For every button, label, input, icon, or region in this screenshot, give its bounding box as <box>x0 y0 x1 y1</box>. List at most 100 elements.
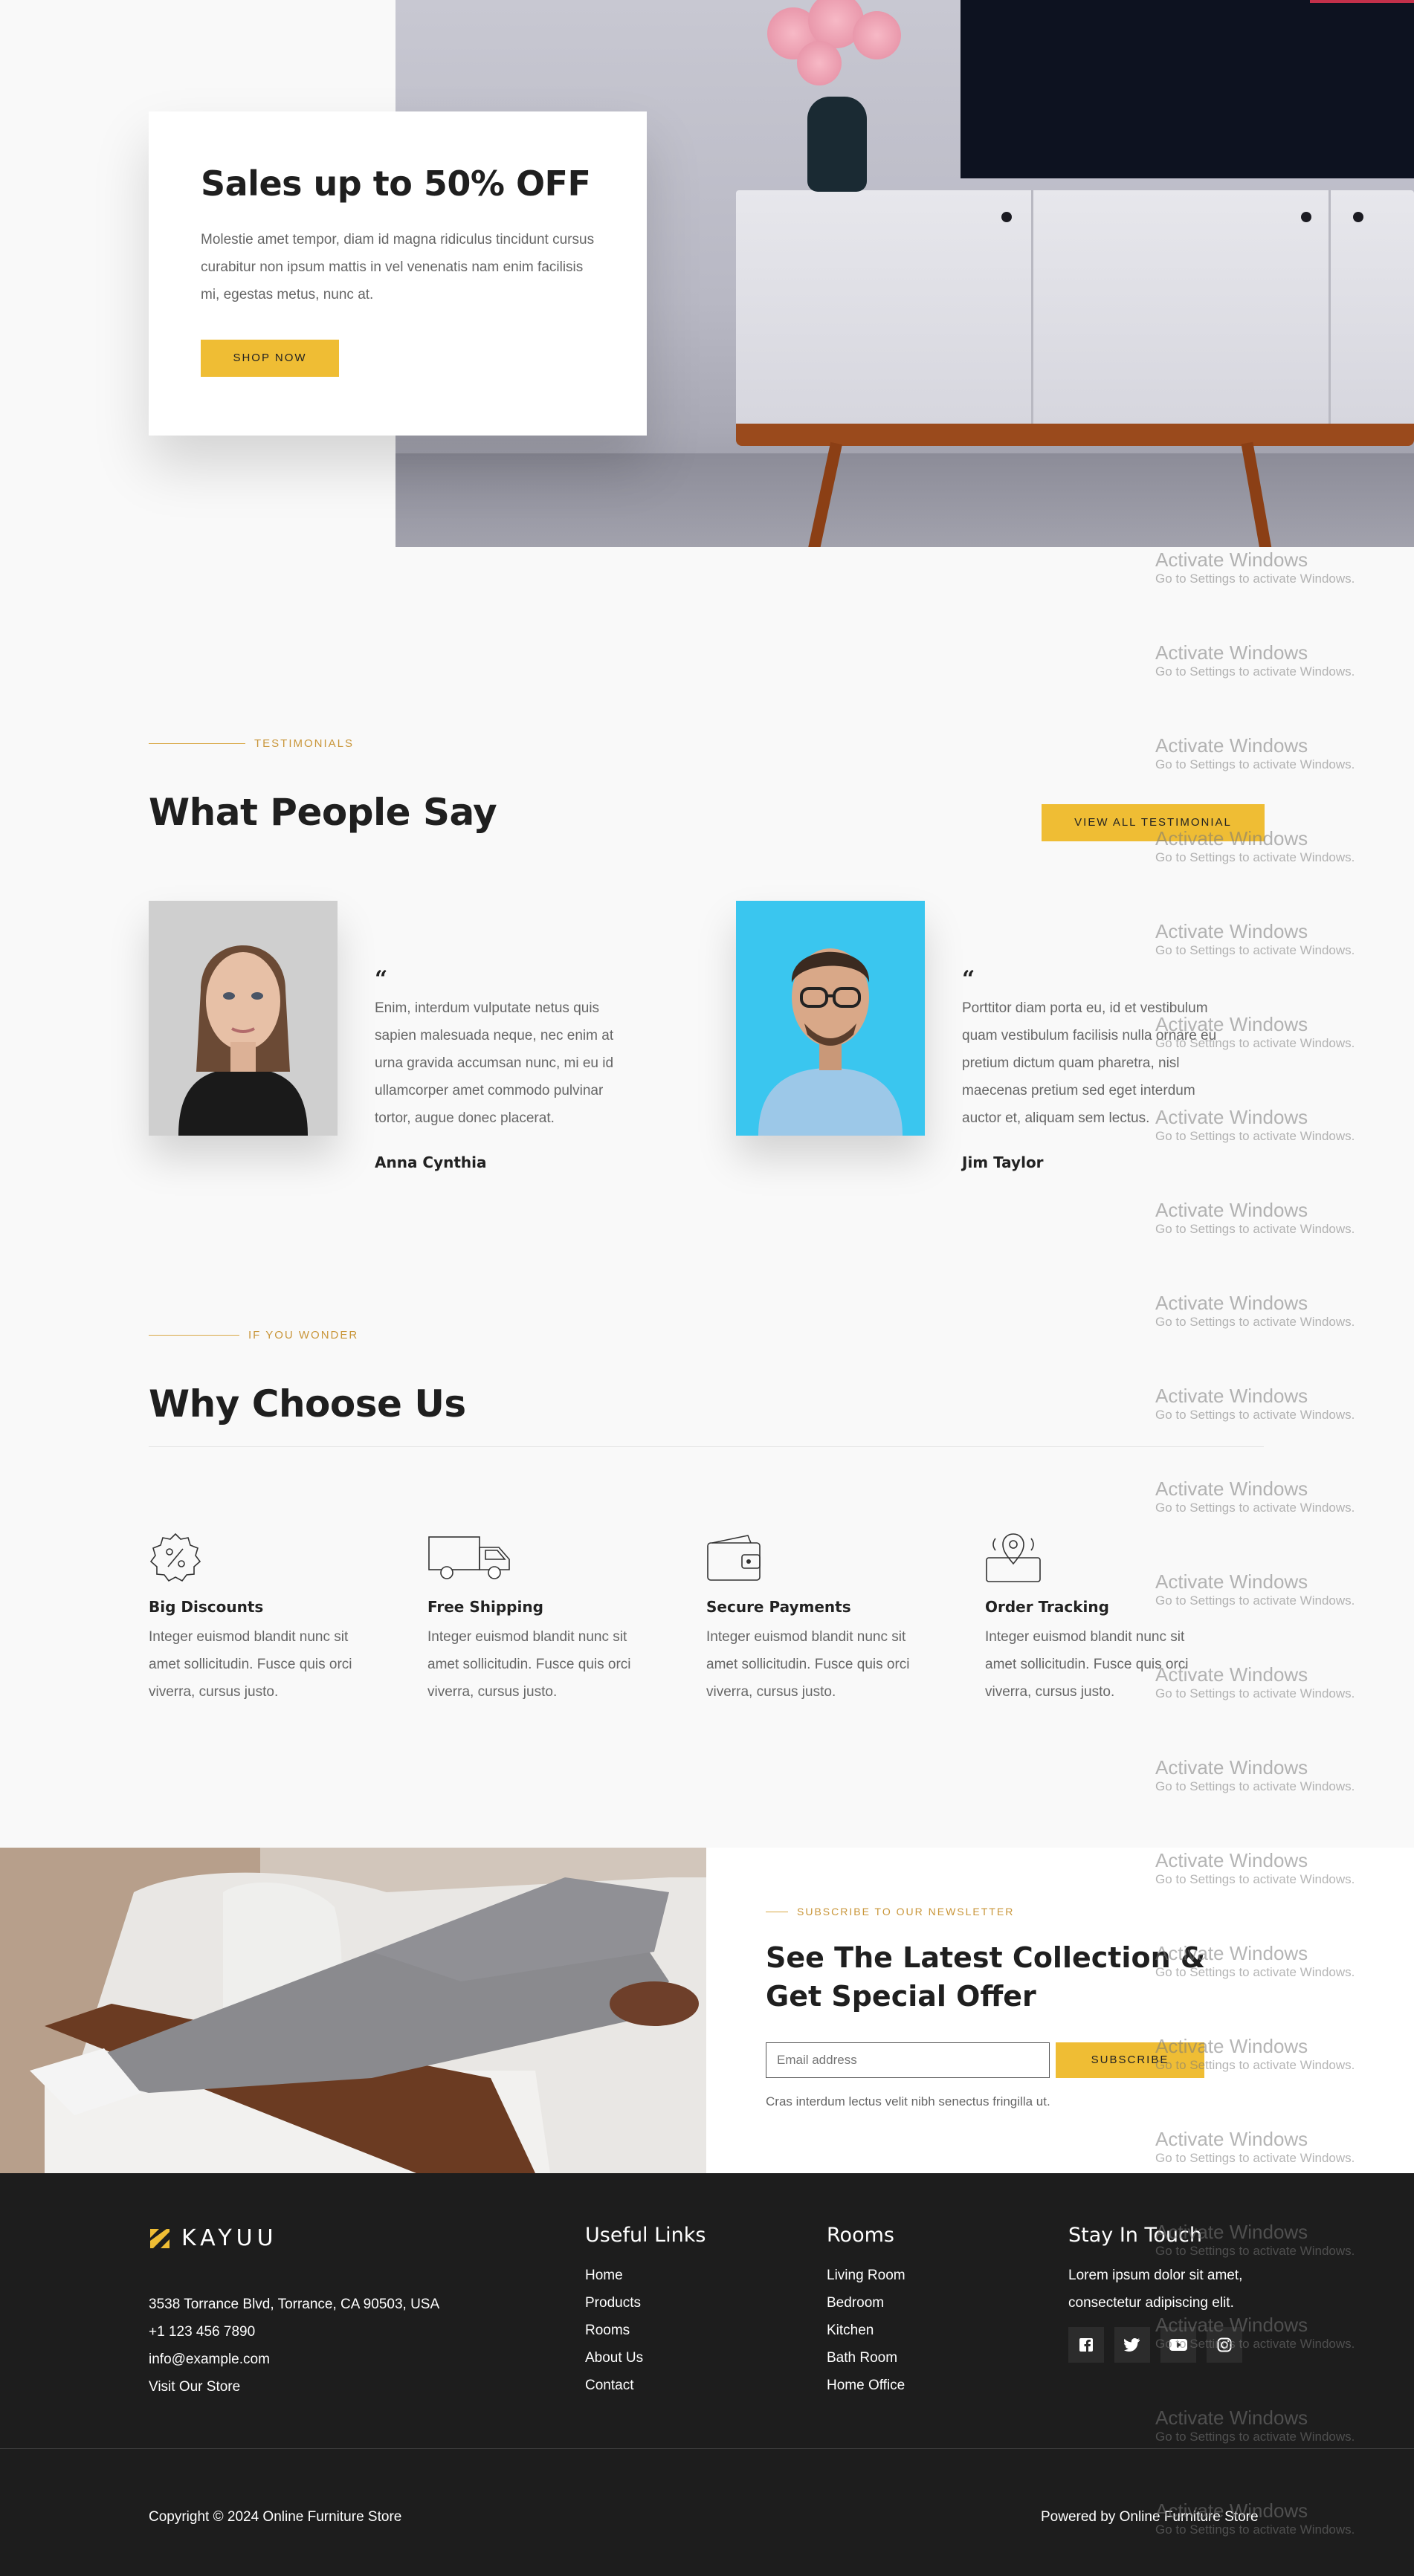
watermark-subtitle: Go to Settings to activate Windows. <box>1155 1779 1355 1793</box>
watermark-subtitle: Go to Settings to activate Windows. <box>1155 1965 1355 1979</box>
footer-email[interactable]: info@example.com <box>149 2346 439 2373</box>
testimonials-title: What People Say <box>149 791 497 834</box>
activate-windows-watermark: Activate Windows Go to Settings to activa… <box>1155 1756 1355 1794</box>
footer-rooms: Rooms Living Room Bedroom Kitchen Bath R… <box>827 2224 905 2399</box>
testimonial-photo-jim <box>736 901 925 1136</box>
flower-shape <box>797 41 842 85</box>
watermark-subtitle: Go to Settings to activate Windows. <box>1155 1501 1355 1515</box>
feature-free-shipping: Free Shipping Integer euismod blandit nu… <box>427 1531 643 1706</box>
footer-address: 3538 Torrance Blvd, Torrance, CA 90503, … <box>149 2297 440 2312</box>
footer-visit-store[interactable]: Visit Our Store <box>149 2373 439 2401</box>
watermark-subtitle: Go to Settings to activate Windows. <box>1155 1222 1355 1236</box>
watermark-subtitle: Go to Settings to activate Windows. <box>1155 664 1355 679</box>
footer-link-home[interactable]: Home <box>585 2262 706 2289</box>
activate-windows-watermark: Activate Windows Go to Settings to activa… <box>1155 1106 1355 1144</box>
testimonial-author: Jim Taylor <box>962 1153 1044 1171</box>
watermark-title: Activate Windows <box>1155 2407 1308 2429</box>
activate-windows-watermark: Activate Windows Go to Settings to activa… <box>1155 1570 1355 1608</box>
kayuu-logo-icon <box>150 2228 170 2248</box>
footer-link-home-office[interactable]: Home Office <box>827 2372 905 2399</box>
watermark-title: Activate Windows <box>1155 1106 1308 1128</box>
watermark-title: Activate Windows <box>1155 641 1308 664</box>
watermark-subtitle: Go to Settings to activate Windows. <box>1155 2522 1355 2537</box>
copyright-text: Copyright © 2024 Online Furniture Store <box>149 2509 402 2525</box>
watermark-title: Activate Windows <box>1155 1292 1308 1314</box>
wallet-icon <box>707 1535 761 1581</box>
watermark-title: Activate Windows <box>1155 2314 1308 2336</box>
watermark-title: Activate Windows <box>1155 1570 1308 1593</box>
footer-contact: 3538 Torrance Blvd, Torrance, CA 90503, … <box>149 2291 439 2401</box>
activate-windows-watermark: Activate Windows Go to Settings to activa… <box>1155 1199 1355 1237</box>
watermark-title: Activate Windows <box>1155 1199 1308 1221</box>
footer-link-living-room[interactable]: Living Room <box>827 2262 905 2289</box>
footer-touch-text: Lorem ipsum dolor sit amet, consectetur … <box>1068 2268 1243 2311</box>
footer-link-products[interactable]: Products <box>585 2289 706 2317</box>
twitter-icon[interactable] <box>1114 2327 1150 2363</box>
why-eyebrow: IF YOU WONDER <box>149 1329 358 1342</box>
watermark-title: Activate Windows <box>1155 1849 1308 1871</box>
feature-secure-payments: Secure Payments Integer euismod blandit … <box>706 1531 922 1706</box>
footer-link-bath-room[interactable]: Bath Room <box>827 2344 905 2372</box>
activate-windows-watermark: Activate Windows Go to Settings to activa… <box>1155 1942 1355 1980</box>
quote-icon: “ <box>375 966 388 992</box>
location-pin-icon <box>986 1533 1041 1582</box>
watermark-title: Activate Windows <box>1155 920 1308 942</box>
footer-link-about[interactable]: About Us <box>585 2344 706 2372</box>
email-input[interactable] <box>766 2042 1050 2078</box>
shop-now-button[interactable]: SHOP NOW <box>201 340 339 377</box>
hero-promo-card: Sales up to 50% OFF Molestie amet tempor… <box>149 111 647 436</box>
newsletter-panel: SUBSCRIBE TO OUR NEWSLETTER See The Late… <box>706 1848 1414 2173</box>
facebook-icon[interactable] <box>1068 2327 1104 2363</box>
footer-link-kitchen[interactable]: Kitchen <box>827 2317 905 2344</box>
footer-link-contact[interactable]: Contact <box>585 2372 706 2399</box>
eyebrow-line <box>149 743 245 744</box>
eyebrow-label: IF YOU WONDER <box>248 1329 359 1342</box>
footer-logo[interactable]: KAYUU <box>149 2225 278 2251</box>
activate-windows-watermark: Activate Windows Go to Settings to activa… <box>1155 2035 1355 2073</box>
watermark-subtitle: Go to Settings to activate Windows. <box>1155 1408 1355 1422</box>
feature-big-discounts: Big Discounts Integer euismod blandit nu… <box>149 1531 364 1706</box>
discount-badge-icon <box>149 1533 201 1582</box>
testimonial-text: Enim, interdum vulputate netus quis sapi… <box>375 1000 614 1126</box>
hero-title: Sales up to 50% OFF <box>201 164 591 204</box>
woman-portrait-illustration <box>149 901 338 1136</box>
why-title: Why Choose Us <box>149 1382 466 1425</box>
cabinet-shape <box>736 190 1414 427</box>
cabinet-door-line <box>1329 190 1331 427</box>
eyebrow-label: SUBSCRIBE TO OUR NEWSLETTER <box>797 1906 1015 1918</box>
watermark-subtitle: Go to Settings to activate Windows. <box>1155 1315 1355 1329</box>
footer-phone[interactable]: +1 123 456 7890 <box>149 2318 439 2346</box>
watermark-subtitle: Go to Settings to activate Windows. <box>1155 1872 1355 1886</box>
feature-text: Integer euismod blandit nunc sit amet so… <box>706 1629 910 1700</box>
newsletter-eyebrow: SUBSCRIBE TO OUR NEWSLETTER <box>766 1906 1014 1918</box>
watermark-title: Activate Windows <box>1155 1013 1308 1035</box>
cabinet-knob <box>1301 212 1311 222</box>
watermark-title: Activate Windows <box>1155 827 1308 850</box>
footer-link-bedroom[interactable]: Bedroom <box>827 2289 905 2317</box>
delivery-truck-icon <box>428 1536 510 1579</box>
activate-windows-watermark: Activate Windows Go to Settings to activa… <box>1155 641 1355 679</box>
watermark-title: Activate Windows <box>1155 1478 1308 1500</box>
watermark-subtitle: Go to Settings to activate Windows. <box>1155 2058 1355 2072</box>
testimonial-photo-anna <box>149 901 338 1136</box>
newsletter-note: Cras interdum lectus velit nibh senectus… <box>766 2094 1050 2109</box>
activate-windows-watermark: Activate Windows Go to Settings to activa… <box>1155 2128 1355 2166</box>
testimonials-eyebrow: TESTIMONIALS <box>149 737 354 750</box>
watermark-title: Activate Windows <box>1155 734 1308 757</box>
cabinet-knob <box>1353 212 1363 222</box>
feature-title: Secure Payments <box>706 1598 851 1616</box>
watermark-subtitle: Go to Settings to activate Windows. <box>1155 572 1355 586</box>
watermark-subtitle: Go to Settings to activate Windows. <box>1155 2151 1355 2165</box>
footer-column-title: Rooms <box>827 2224 894 2247</box>
activate-windows-watermark: Activate Windows Go to Settings to activa… <box>1155 2407 1355 2444</box>
watermark-subtitle: Go to Settings to activate Windows. <box>1155 2430 1355 2444</box>
testimonial-author: Anna Cynthia <box>375 1153 487 1171</box>
activate-windows-watermark: Activate Windows Go to Settings to activa… <box>1155 1849 1355 1887</box>
activate-windows-watermark: Activate Windows Go to Settings to activa… <box>1155 2499 1355 2537</box>
watermark-subtitle: Go to Settings to activate Windows. <box>1155 1129 1355 1143</box>
footer-divider <box>0 2448 1414 2449</box>
watermark-title: Activate Windows <box>1155 1942 1308 1964</box>
feature-title: Big Discounts <box>149 1598 264 1616</box>
eyebrow-label: TESTIMONIALS <box>254 737 355 750</box>
footer-link-rooms[interactable]: Rooms <box>585 2317 706 2344</box>
